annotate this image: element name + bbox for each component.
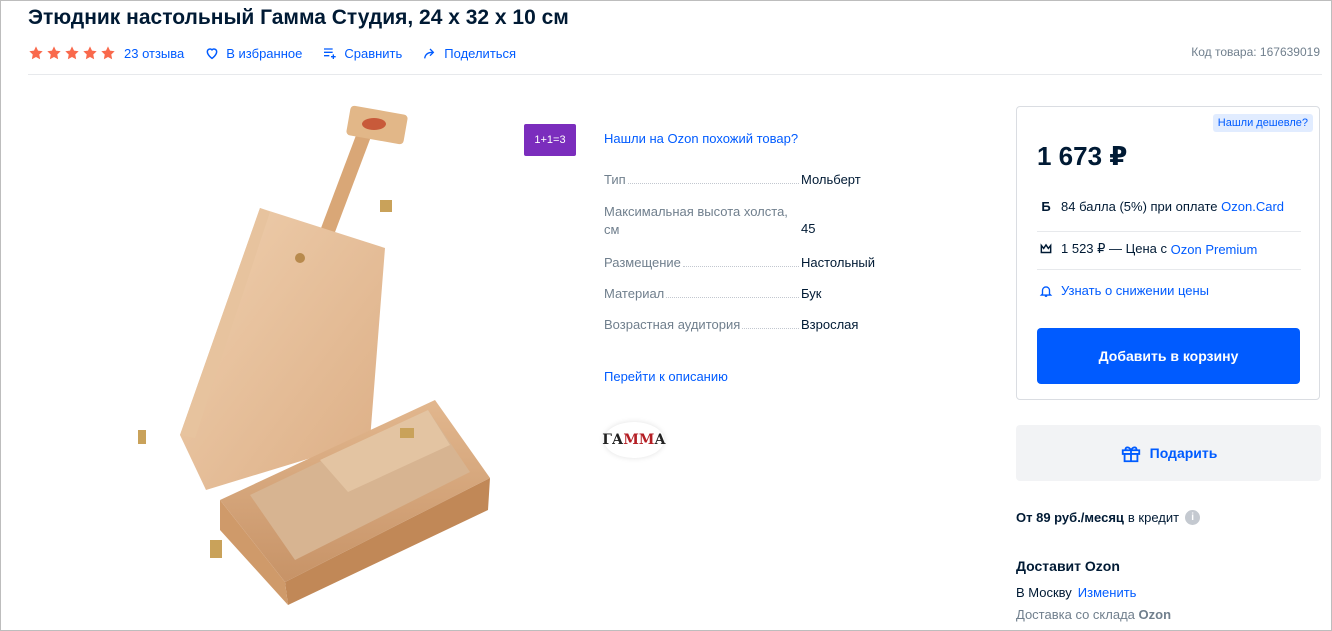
points-text: 84 балла (5%) при оплате <box>1061 199 1218 214</box>
spec-row: Материал Бук <box>604 286 904 301</box>
delivery-city: В Москву <box>1016 585 1072 600</box>
spec-name: Материал <box>604 286 667 301</box>
gift-button[interactable]: Подарить <box>1016 425 1321 481</box>
compare-list-icon <box>324 48 337 59</box>
brand-logo-part: ММ <box>623 432 655 448</box>
credit-amount: От 89 руб./месяц <box>1016 510 1124 525</box>
share-arrow-icon <box>424 48 435 59</box>
ozon-card-link[interactable]: Ozon.Card <box>1221 199 1284 214</box>
star-icon <box>83 46 97 60</box>
bell-icon <box>1037 284 1055 298</box>
spec-name: Тип <box>604 172 628 187</box>
delivery-stock-prefix: Доставка со склада <box>1016 607 1135 622</box>
compare-button[interactable]: Сравнить <box>322 45 402 61</box>
specs-list: Тип Мольберт Максимальная высота холста,… <box>604 172 904 348</box>
divider <box>1037 231 1301 232</box>
found-cheaper-button[interactable]: Нашли дешевле? <box>1212 114 1313 132</box>
spec-row: Тип Мольберт <box>604 172 904 187</box>
favorite-button[interactable]: В избранное <box>204 45 302 61</box>
info-icon[interactable]: i <box>1185 510 1201 525</box>
spec-value: Взрослая <box>801 317 859 332</box>
star-icon <box>101 46 115 60</box>
spec-value: Настольный <box>801 255 876 270</box>
compare-label: Сравнить <box>344 45 403 61</box>
delivery-stock-row: Доставка со склада Ozon <box>1016 607 1171 622</box>
product-sku: Код товара: 167639019 <box>1191 45 1320 59</box>
notify-label: Узнать о снижении цены <box>1061 283 1210 298</box>
header-divider <box>28 74 1322 75</box>
spec-name: Максимальная высота холста, см <box>604 203 801 239</box>
brand-logo[interactable]: ГА ММ А <box>602 422 666 458</box>
brand-logo-part: ГА <box>602 432 624 448</box>
promo-badge[interactable]: 1+1=3 <box>524 124 576 156</box>
product-meta-row: 23 отзыва В избранное Сравнить Поделитьс… <box>28 43 516 63</box>
credit-suffix: в кредит <box>1127 510 1180 525</box>
delivery-title: Доставит Ozon <box>1016 558 1120 574</box>
favorite-label: В избранное <box>226 45 303 61</box>
ozon-card-points: Б 84 балла (5%) при оплате Ozon.Card <box>1037 199 1284 214</box>
spec-value: 45 <box>801 221 816 236</box>
credit-offer: От 89 руб./месяц в кредит i <box>1016 510 1201 525</box>
star-icon <box>29 46 43 60</box>
ozon-points-icon: Б <box>1041 199 1051 214</box>
price-card: Нашли дешевле? 1 673 ₽ Б 84 балла (5%) п… <box>1016 106 1320 400</box>
go-to-description-link[interactable]: Перейти к описанию <box>604 369 728 384</box>
heart-icon <box>206 48 218 60</box>
product-title: Этюдник настольный Гамма Студия, 24 x 32… <box>28 6 569 29</box>
change-city-link[interactable]: Изменить <box>1078 585 1137 600</box>
product-image[interactable] <box>110 100 500 610</box>
divider <box>1037 269 1301 270</box>
brand-logo-part: А <box>654 432 666 448</box>
spec-value: Мольберт <box>801 172 861 187</box>
product-price: 1 673 ₽ <box>1037 141 1128 171</box>
price-drop-notify[interactable]: Узнать о снижении цены <box>1037 283 1209 298</box>
similar-product-link[interactable]: Нашли на Ozon похожий товар? <box>604 131 798 146</box>
spec-value: Бук <box>801 286 822 301</box>
gift-icon <box>1121 446 1140 463</box>
reviews-link[interactable]: 23 отзыва <box>124 46 184 61</box>
rating-stars[interactable] <box>28 45 116 61</box>
add-to-cart-button[interactable]: Добавить в корзину <box>1037 328 1300 384</box>
share-label: Поделиться <box>444 45 517 61</box>
spec-row: Возрастная аудитория Взрослая <box>604 317 904 332</box>
share-button[interactable]: Поделиться <box>422 45 516 61</box>
ozon-premium-link[interactable]: Ozon Premium <box>1171 242 1258 257</box>
spec-name: Возрастная аудитория <box>604 317 743 332</box>
spec-row: Размещение Настольный <box>604 255 904 270</box>
star-icon <box>47 46 61 60</box>
delivery-stock-name: Ozon <box>1138 607 1172 622</box>
delivery-city-row: В Москву Изменить <box>1016 585 1136 600</box>
premium-price-row: 1 523 ₽ — Цена с Ozon Premium <box>1037 241 1257 257</box>
premium-text: 1 523 ₽ — Цена с <box>1061 241 1168 256</box>
spec-row: Максимальная высота холста, см 45 <box>604 203 904 239</box>
premium-crown-icon <box>1037 242 1055 256</box>
spec-name: Размещение <box>604 255 683 270</box>
star-icon <box>65 46 79 60</box>
gift-label: Подарить <box>1149 445 1218 461</box>
